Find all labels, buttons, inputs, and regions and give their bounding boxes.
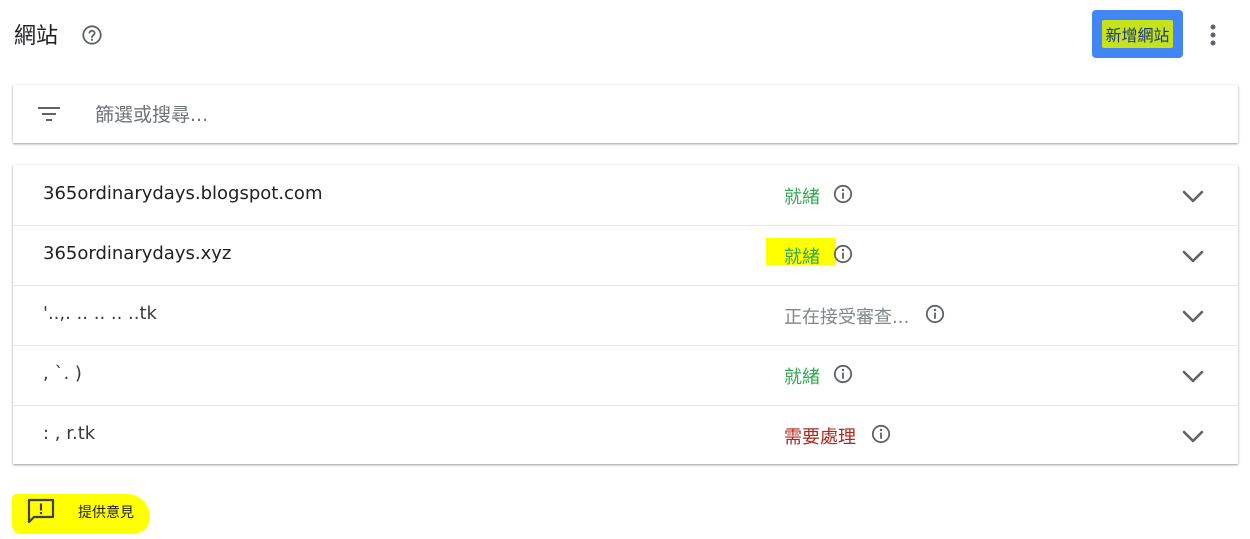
chevron-down-icon[interactable] <box>1181 424 1205 448</box>
feedback-label: 提供意見 <box>78 505 134 521</box>
search-input[interactable] <box>93 97 897 133</box>
status-label: 就緒 <box>766 238 836 269</box>
filter-icon[interactable] <box>37 102 61 126</box>
info-icon[interactable] <box>833 364 853 384</box>
site-row[interactable]: 365ordinarydays.xyz 就緒 <box>13 225 1238 286</box>
help-icon[interactable] <box>81 24 103 46</box>
add-site-button[interactable]: 新增網站 <box>1092 10 1183 58</box>
chevron-down-icon[interactable] <box>1181 364 1205 388</box>
feedback-button[interactable]: 提供意見 <box>12 492 152 538</box>
site-row[interactable]: 365ordinarydays.blogspot.com 就緒 <box>13 165 1238 226</box>
site-name: 365ordinarydays.blogspot.com <box>43 183 323 204</box>
site-row[interactable]: , `. ) 就緒 <box>13 345 1238 406</box>
more-vert-icon[interactable] <box>1200 20 1226 50</box>
site-name: : , r.tk <box>43 423 96 444</box>
info-icon[interactable] <box>925 304 945 324</box>
status-label: 正在接受審查... <box>784 307 910 328</box>
add-site-label: 新增網站 <box>1102 20 1173 48</box>
chevron-down-icon[interactable] <box>1181 244 1205 268</box>
status-label: 就緒 <box>784 367 820 388</box>
status-label: 就緒 <box>784 187 820 208</box>
feedback-icon <box>27 498 55 524</box>
page-title: 網站 <box>14 24 59 49</box>
status-text: 就緒 <box>784 247 820 268</box>
site-name: 365ordinarydays.xyz <box>43 243 232 264</box>
chevron-down-icon[interactable] <box>1181 304 1205 328</box>
info-icon[interactable] <box>871 424 891 444</box>
info-icon[interactable] <box>833 184 853 204</box>
site-name: '..,. .. .. .. ..tk <box>43 303 157 324</box>
chevron-down-icon[interactable] <box>1181 184 1205 208</box>
site-row[interactable]: '..,. .. .. .. ..tk 正在接受審查... <box>13 285 1238 346</box>
site-list: 365ordinarydays.blogspot.com 就緒 365ordin… <box>13 165 1238 464</box>
info-icon[interactable] <box>833 244 853 264</box>
site-row[interactable]: : , r.tk 需要處理 <box>13 405 1238 465</box>
status-label: 需要處理 <box>784 427 856 448</box>
header: 網站 新增網站 <box>0 0 1250 70</box>
site-name: , `. ) <box>43 363 82 384</box>
search-bar <box>13 85 1238 143</box>
